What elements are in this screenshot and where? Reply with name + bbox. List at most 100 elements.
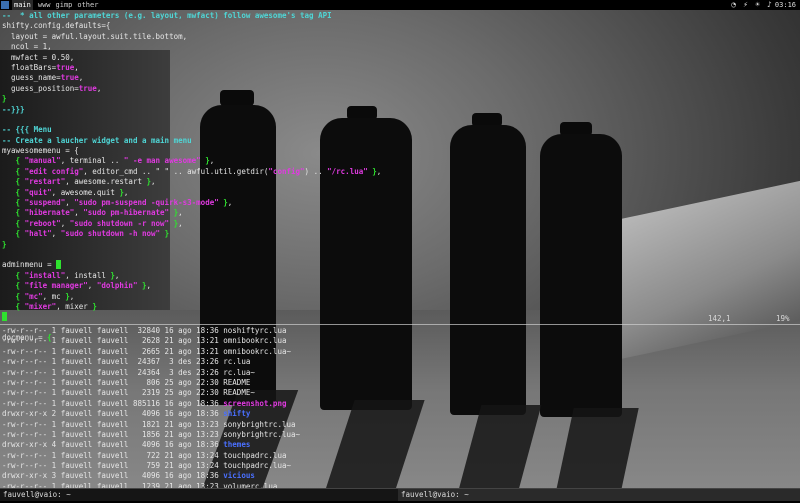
file-row: -rw-r--r-- 1 fauvell fauvell 32840 16 ag… bbox=[2, 326, 300, 336]
power-icon[interactable]: ⚡ bbox=[741, 0, 750, 9]
code-token: , awesome.quit bbox=[51, 187, 120, 197]
code-token: , install bbox=[65, 270, 111, 280]
tag-other[interactable]: other bbox=[77, 0, 98, 10]
file-row: -rw-r--r-- 1 fauvell fauvell 2665 21 ago… bbox=[2, 347, 300, 357]
file-name[interactable]: vicious bbox=[223, 471, 255, 480]
file-name[interactable]: omnibookrc.lua~ bbox=[223, 347, 291, 356]
file-meta: -rw-r--r-- 1 fauvell fauvell 2628 21 ago… bbox=[2, 336, 224, 346]
wifi-icon[interactable]: ◔ bbox=[729, 0, 738, 9]
code-line: { "mc", mc }, bbox=[2, 292, 792, 302]
file-row: -rw-r--r-- 1 fauvell fauvell 1821 21 ago… bbox=[2, 420, 300, 430]
code-token: myawesomemenu = { bbox=[2, 146, 79, 156]
file-meta: -rw-r--r-- 1 fauvell fauvell 885116 16 a… bbox=[2, 398, 224, 408]
code-token: true bbox=[56, 62, 75, 72]
code-token: --}}} bbox=[2, 104, 25, 114]
code-line: { "hibernate", "sudo pm-hibernate" }, bbox=[2, 208, 792, 218]
code-line: -- * all other parameters (e.g. layout, … bbox=[2, 11, 792, 21]
code-line: { "quit", awesome.quit }, bbox=[2, 188, 792, 198]
code-token: true bbox=[78, 83, 97, 93]
file-name[interactable]: rc.lua~ bbox=[223, 368, 255, 377]
file-name[interactable]: noshiftyrc.lua bbox=[223, 326, 286, 335]
file-name[interactable]: themes bbox=[223, 440, 250, 449]
code-token: , terminal .. bbox=[60, 156, 124, 166]
file-row: -rw-r--r-- 1 fauvell fauvell 722 21 ago … bbox=[2, 451, 300, 461]
code-token: } bbox=[92, 301, 97, 311]
pane-divider[interactable] bbox=[0, 324, 800, 325]
system-tray: ◔ ⚡ ☀ ♪ bbox=[729, 0, 774, 9]
code-token: , bbox=[114, 270, 120, 280]
file-row: -rw-r--r-- 1 fauvell fauvell 24367 3 des… bbox=[2, 357, 300, 367]
code-token: guess_position= bbox=[2, 83, 79, 93]
code-token: , bbox=[69, 291, 75, 301]
tag-main[interactable]: main bbox=[12, 0, 33, 10]
tag-www[interactable]: www bbox=[38, 0, 51, 10]
file-name[interactable]: screenshot.png bbox=[223, 399, 286, 408]
code-token: , mc bbox=[42, 291, 66, 301]
code-token: "mixer" bbox=[20, 301, 57, 311]
code-token: "manual" bbox=[20, 156, 61, 166]
file-meta: -rw-r--r-- 1 fauvell fauvell 806 25 ago … bbox=[2, 377, 224, 387]
code-token: guess_name= bbox=[2, 73, 61, 83]
file-name[interactable]: rc.lua bbox=[223, 357, 250, 366]
code-line: { "file manager", "dolphin" }, bbox=[2, 281, 792, 291]
code-token: "install" bbox=[20, 270, 66, 280]
task-button[interactable]: fauvell@vaio: ~ bbox=[0, 489, 401, 501]
code-token: , bbox=[178, 208, 183, 218]
vim-statusline: 142,1 19% bbox=[0, 313, 800, 324]
vim-editor[interactable]: -- * all other parameters (e.g. layout, … bbox=[2, 11, 792, 344]
code-token: , bbox=[51, 229, 61, 239]
code-token: , bbox=[146, 281, 152, 291]
code-line: floatBars=true, bbox=[2, 63, 792, 73]
tag-gimp[interactable]: gimp bbox=[56, 0, 73, 10]
scroll-percent: 19% bbox=[776, 314, 790, 323]
file-name[interactable]: touchpadrc.lua bbox=[223, 451, 286, 460]
file-row: -rw-r--r-- 1 fauvell fauvell 2628 21 ago… bbox=[2, 336, 300, 346]
file-name[interactable]: README~ bbox=[223, 388, 255, 397]
code-token: floatBars= bbox=[2, 62, 57, 72]
code-line: guess_position=true, bbox=[2, 84, 792, 94]
code-token: "file manager" bbox=[20, 281, 88, 291]
clock: 03:16 bbox=[774, 1, 796, 9]
file-meta: -rw-r--r-- 1 fauvell fauvell 1821 21 ago… bbox=[2, 419, 224, 429]
brightness-icon[interactable]: ☀ bbox=[753, 0, 762, 9]
code-line: { "edit config", editor_cmd .. " " .. aw… bbox=[2, 167, 792, 177]
file-name[interactable]: sonybrightrc.lua bbox=[223, 420, 295, 429]
file-name[interactable]: touchpadrc.lua~ bbox=[223, 461, 291, 470]
file-name[interactable]: omnibookrc.lua bbox=[223, 336, 286, 345]
code-token: "sudo pm-hibernate" bbox=[83, 208, 170, 218]
code-token: true bbox=[60, 73, 79, 83]
code-token: "quit" bbox=[20, 187, 52, 197]
code-token: } bbox=[164, 229, 170, 239]
code-line: } bbox=[2, 94, 792, 104]
volume-icon[interactable]: ♪ bbox=[765, 0, 774, 9]
file-name[interactable]: sonybrightrc.lua~ bbox=[223, 430, 300, 439]
code-line: { "reboot", "sudo shutdown -r now" }, bbox=[2, 219, 792, 229]
code-token: "reboot" bbox=[20, 218, 61, 228]
terminal-file-listing[interactable]: -rw-r--r-- 1 fauvell fauvell 32840 16 ag… bbox=[2, 326, 300, 503]
code-token: , bbox=[123, 187, 129, 197]
code-line: --}}} bbox=[2, 105, 792, 115]
file-row: -rw-r--r-- 1 fauvell fauvell 806 25 ago … bbox=[2, 378, 300, 388]
task-button[interactable]: fauvell@vaio: ~ bbox=[398, 489, 800, 501]
file-meta: drwxr-xr-x 4 fauvell fauvell 4096 16 ago… bbox=[2, 440, 224, 450]
code-line: { "install", install }, bbox=[2, 271, 792, 281]
file-meta: drwxr-xr-x 2 fauvell fauvell 4096 16 ago… bbox=[2, 409, 224, 419]
code-line: } bbox=[2, 240, 792, 250]
code-token: } bbox=[2, 239, 7, 249]
code-token: "/rc.lua" bbox=[327, 166, 368, 176]
code-token: -- Create a laucher widget and a main me… bbox=[2, 135, 192, 145]
file-name[interactable]: shifty bbox=[223, 409, 250, 418]
file-meta: -rw-r--r-- 1 fauvell fauvell 2319 25 ago… bbox=[2, 388, 224, 398]
code-line: -- {{{ Menu bbox=[2, 125, 792, 135]
launcher-icon[interactable] bbox=[1, 1, 9, 9]
code-token: , mixer bbox=[56, 301, 93, 311]
code-token: ncol = 1, bbox=[2, 42, 52, 52]
file-name[interactable]: README bbox=[223, 378, 250, 387]
